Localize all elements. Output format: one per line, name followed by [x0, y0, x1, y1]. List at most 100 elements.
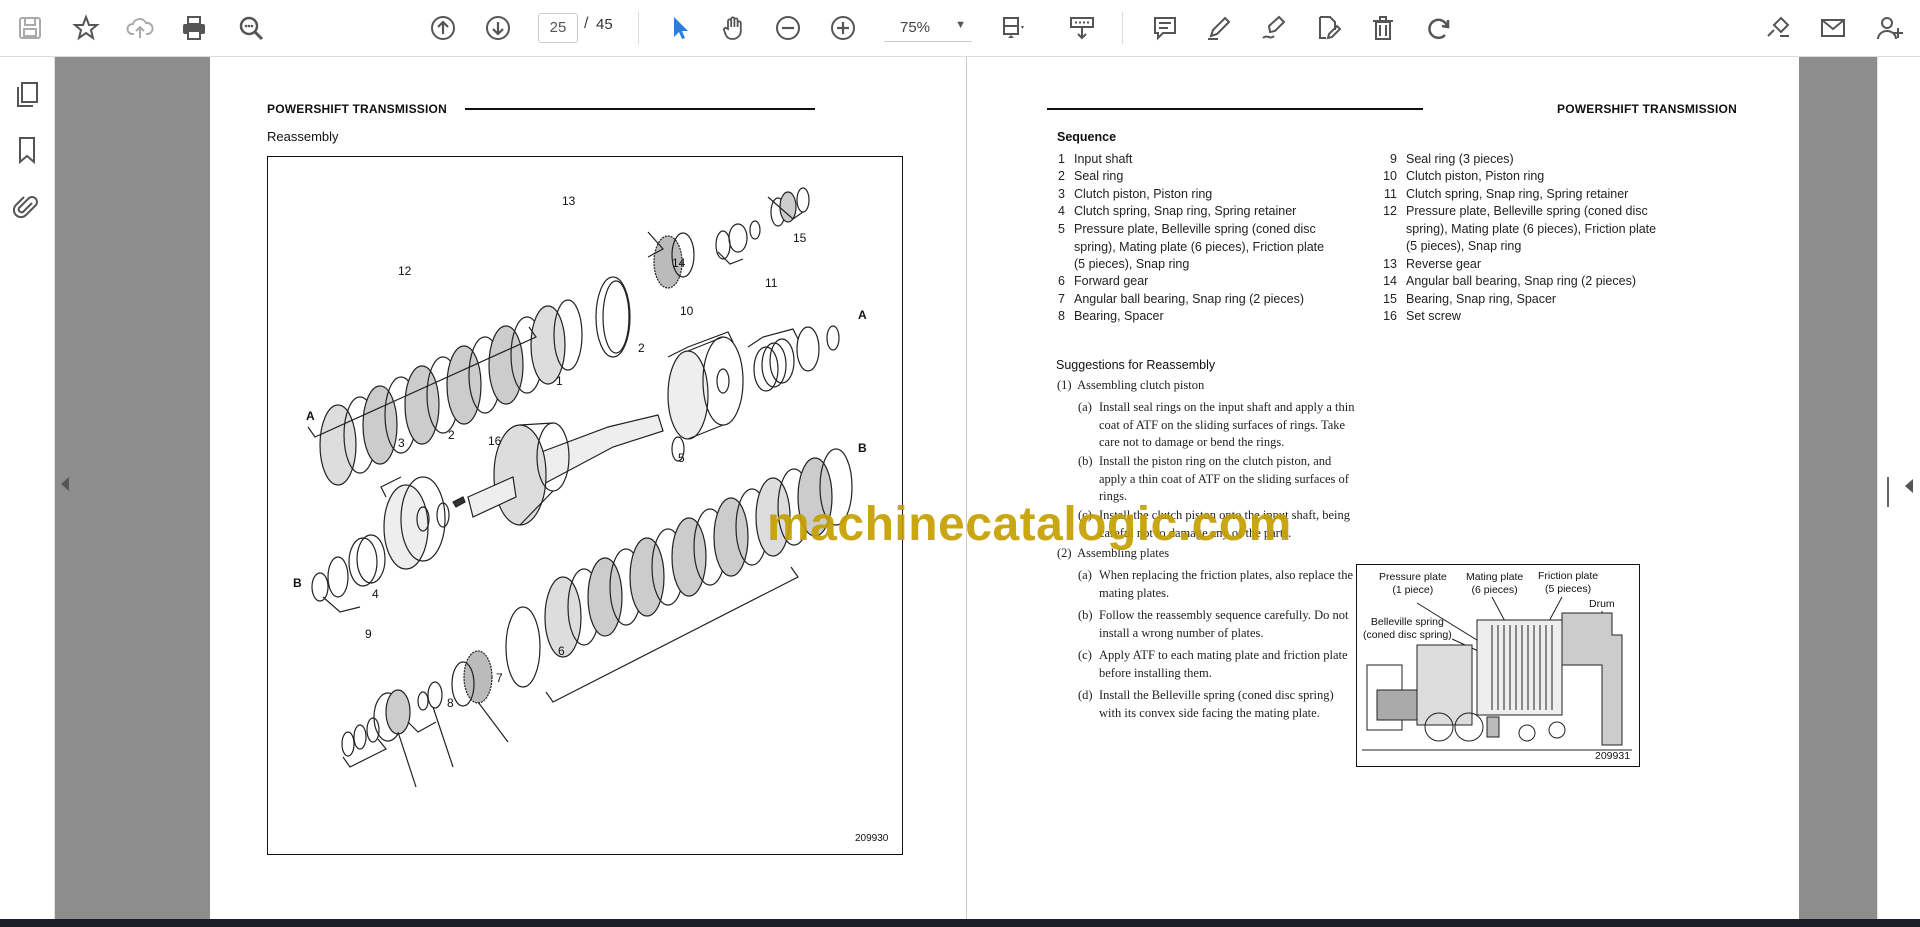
- step-label: (c): [1078, 648, 1092, 662]
- step-label: (a): [1078, 400, 1092, 414]
- page-thumbnails-icon[interactable]: [12, 79, 42, 109]
- sequence-item: 3 Clutch piston, Piston ring: [1058, 187, 1213, 201]
- part-label-10: 10: [680, 304, 694, 318]
- chevron-down-icon: ▼: [955, 19, 966, 31]
- zoom-search-icon[interactable]: [233, 10, 269, 46]
- toolbar-divider: [1122, 12, 1123, 44]
- sequence-item: 6 Forward gear: [1058, 274, 1149, 288]
- clutch-section-diagram: Pressure plate (1 piece) Mating plate (6…: [1356, 564, 1640, 767]
- add-user-icon[interactable]: [1872, 10, 1908, 46]
- sign-link-icon[interactable]: [1760, 10, 1796, 46]
- zoom-in-icon[interactable]: [825, 10, 861, 46]
- part-label-15: 15: [793, 231, 807, 245]
- page-number-input[interactable]: 25: [538, 13, 578, 43]
- draw-freehand-icon[interactable]: [1256, 10, 1292, 46]
- delete-trash-icon[interactable]: [1365, 10, 1401, 46]
- sequence-item: 12 Pressure plate, Belleville spring (con…: [1383, 204, 1657, 253]
- step-1-heading: (1) Assembling clutch piston: [1057, 378, 1205, 392]
- part-label-b-right: B: [858, 441, 867, 455]
- hand-tool-icon[interactable]: [716, 10, 752, 46]
- sequence-item: 1 Input shaft: [1058, 152, 1133, 166]
- print-icon[interactable]: [176, 10, 212, 46]
- header-rule: [1047, 108, 1423, 110]
- part-label-13: 13: [562, 194, 576, 208]
- step-2b-text: Follow the reassembly sequence carefully…: [1099, 608, 1349, 640]
- part-label-12: 12: [398, 264, 412, 278]
- step-2d-text: Install the Belleville spring (coned dis…: [1099, 688, 1334, 720]
- toolbar: 25 / 45 75% ▼: [0, 0, 1920, 57]
- part-label-1: 1: [556, 374, 563, 388]
- attachments-icon[interactable]: [12, 192, 42, 222]
- part-label-4: 4: [372, 587, 379, 601]
- collapse-left-pane-icon[interactable]: [61, 477, 69, 491]
- document-view[interactable]: POWERSHIFT TRANSMISSION Reassembly 13 12…: [55, 57, 1877, 919]
- step-2a-text: When replacing the friction plates, also…: [1099, 568, 1354, 600]
- step-label: (a): [1078, 568, 1092, 582]
- sequence-item: 16 Set screw: [1383, 309, 1461, 323]
- zoom-value: 75%: [900, 19, 931, 36]
- sequence-item: 7 Angular ball bearing, Snap ring (2 piec…: [1058, 292, 1304, 306]
- clutch-plate-stack-5: [544, 448, 853, 658]
- watermark-text: machinecatalogic.com: [767, 498, 1292, 551]
- sequence-item: 10 Clutch piston, Piston ring: [1383, 169, 1545, 183]
- clutch-section-drawing: [1362, 596, 1632, 751]
- sequence-item: 14 Angular ball bearing, Snap ring (2 pie…: [1383, 274, 1636, 288]
- scroll-mode-icon[interactable]: [1064, 10, 1100, 46]
- pdf-page-left: POWERSHIFT TRANSMISSION Reassembly 13 12…: [210, 57, 966, 919]
- sequence-item: 5 Pressure plate, Belleville spring (cone…: [1058, 222, 1325, 271]
- zoom-out-icon[interactable]: [770, 10, 806, 46]
- page-header: POWERSHIFT TRANSMISSION: [1557, 102, 1737, 116]
- part-label-16: 16: [488, 434, 502, 448]
- expand-right-pane-icon[interactable]: [1905, 479, 1913, 493]
- suggestions-title: Suggestions for Reassembly: [1056, 358, 1216, 372]
- bookmark-star-icon[interactable]: [68, 10, 104, 46]
- select-cursor-icon[interactable]: [662, 10, 698, 46]
- sequence-item: 4 Clutch spring, Snap ring, Spring retain…: [1058, 204, 1297, 218]
- redo-icon[interactable]: [1421, 10, 1457, 46]
- sequence-item: 2 Seal ring: [1058, 169, 1124, 183]
- part-label-2-upper: 2: [638, 341, 645, 355]
- page-total: 45: [596, 16, 613, 33]
- right-tools-pane: [1877, 57, 1920, 919]
- fit-page-icon[interactable]: [996, 10, 1032, 46]
- step-label: (b): [1078, 608, 1093, 622]
- part-label-3: 3: [398, 436, 405, 450]
- part-label-a-right: A: [858, 308, 867, 322]
- left-navigation-pane: [0, 57, 55, 919]
- part-label-7: 7: [496, 671, 503, 685]
- pane-resize-handle[interactable]: [1887, 477, 1889, 507]
- edit-text-icon[interactable]: [1310, 10, 1346, 46]
- part-label-a-left: A: [306, 409, 315, 423]
- part-label-b-left: B: [293, 576, 302, 590]
- part-label-8: 8: [447, 696, 454, 710]
- step-label: (d): [1078, 688, 1093, 702]
- sequence-item: 8 Bearing, Spacer: [1058, 309, 1164, 323]
- sequence-item: 11 Clutch spring, Snap ring, Spring retai…: [1384, 187, 1629, 201]
- sequence-item: 9 Seal ring (3 pieces): [1390, 152, 1514, 166]
- next-page-icon[interactable]: [480, 10, 516, 46]
- page-header: POWERSHIFT TRANSMISSION: [267, 102, 447, 116]
- part-label-6: 6: [558, 644, 565, 658]
- step-2c-text: Apply ATF to each mating plate and frict…: [1099, 648, 1348, 680]
- taskbar-strip: [0, 919, 1920, 927]
- save-icon[interactable]: [12, 10, 48, 46]
- part-label-5: 5: [678, 451, 685, 465]
- bookmarks-icon[interactable]: [12, 135, 42, 165]
- section-title: Reassembly: [267, 129, 339, 144]
- figure-number: 209930: [855, 833, 889, 844]
- highlight-pen-icon[interactable]: [1201, 10, 1237, 46]
- sequence-item: 15 Bearing, Snap ring, Spacer: [1383, 292, 1557, 306]
- diagram-figure-number: 209931: [1595, 750, 1631, 762]
- toolbar-divider: [638, 12, 639, 44]
- cloud-upload-icon[interactable]: [122, 10, 158, 46]
- zoom-select[interactable]: 75% ▼: [884, 13, 972, 42]
- page-separator: /: [584, 15, 589, 32]
- comment-icon[interactable]: [1147, 10, 1183, 46]
- step-1a-text: Install seal rings on the input shaft an…: [1099, 400, 1355, 449]
- part-label-9: 9: [365, 627, 372, 641]
- email-icon[interactable]: [1815, 10, 1851, 46]
- step-label: (b): [1078, 454, 1093, 468]
- sequence-title: Sequence: [1057, 130, 1117, 144]
- pdf-page-right: POWERSHIFT TRANSMISSION Sequence 1 Input …: [977, 57, 1799, 919]
- previous-page-icon[interactable]: [425, 10, 461, 46]
